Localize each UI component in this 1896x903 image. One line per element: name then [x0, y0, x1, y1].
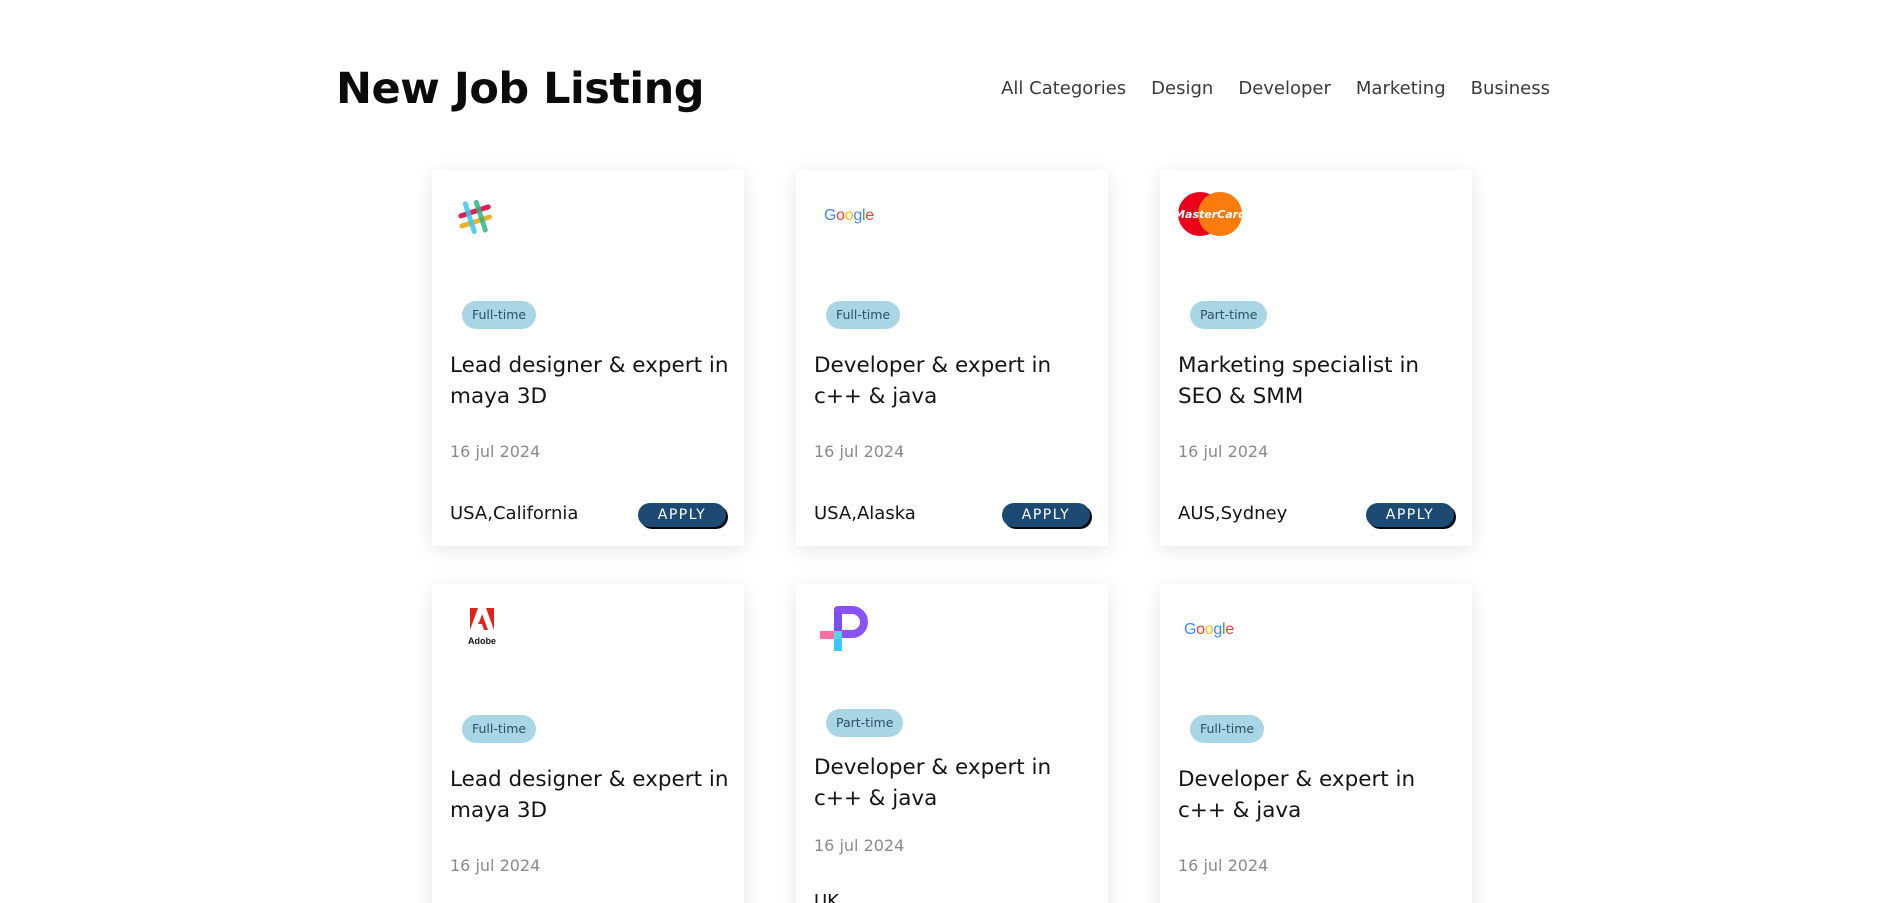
svg-text:MasterCard: MasterCard — [1178, 208, 1242, 221]
job-date: 16 jul 2024 — [814, 836, 905, 855]
job-card[interactable]: Adobe Full-time Lead designer & expert i… — [432, 584, 744, 903]
job-location: UK — [814, 891, 839, 903]
job-date: 16 jul 2024 — [1178, 856, 1269, 875]
job-location: USA,Alaska — [814, 503, 916, 524]
job-title[interactable]: Developer & expert in c++ & java — [1178, 764, 1458, 826]
svg-text:Adobe: Adobe — [468, 636, 496, 646]
job-type-badge: Full-time — [462, 715, 537, 743]
job-card[interactable]: Full-time Lead designer & expert in maya… — [432, 170, 744, 546]
category-design[interactable]: Design — [1151, 78, 1213, 99]
job-card[interactable]: Part-time Developer & expert in c++ & ja… — [796, 584, 1108, 903]
adobe-logo: Adobe — [466, 606, 506, 650]
job-title[interactable]: Lead designer & expert in maya 3D — [450, 764, 730, 826]
google-logo: Google — [824, 207, 874, 224]
job-type-badge: Full-time — [826, 301, 901, 329]
page-title: New Job Listing — [336, 64, 705, 114]
job-card[interactable]: MasterCard Part-time Marketing specialis… — [1160, 170, 1472, 546]
page-header: New Job Listing All Categories Design De… — [336, 60, 1550, 120]
job-date: 16 jul 2024 — [450, 442, 541, 461]
job-location: AUS,Sydney — [1178, 503, 1288, 524]
job-date: 16 jul 2024 — [450, 856, 541, 875]
page: New Job Listing All Categories Design De… — [0, 0, 1896, 903]
apply-button[interactable]: APPLY — [1366, 503, 1454, 527]
job-title[interactable]: Marketing specialist in SEO & SMM — [1178, 350, 1458, 412]
apply-button[interactable]: APPLY — [638, 503, 726, 527]
job-title[interactable]: Developer & expert in c++ & java — [814, 350, 1094, 412]
job-date: 16 jul 2024 — [1178, 442, 1269, 461]
job-type-badge: Full-time — [1190, 715, 1265, 743]
job-type-badge: Part-time — [1190, 301, 1268, 329]
apply-button[interactable]: APPLY — [1002, 503, 1090, 527]
slack-logo — [450, 186, 510, 246]
job-card[interactable]: Google Full-time Developer & expert in c… — [1160, 584, 1472, 903]
job-title[interactable]: Developer & expert in c++ & java — [814, 752, 1094, 814]
category-marketing[interactable]: Marketing — [1356, 78, 1446, 99]
google-logo: Google — [1184, 621, 1234, 638]
pipedrive-style-logo — [818, 600, 874, 656]
category-nav: All Categories Design Developer Marketin… — [1001, 78, 1550, 99]
category-all[interactable]: All Categories — [1001, 78, 1126, 99]
job-type-badge: Part-time — [826, 709, 904, 737]
job-title[interactable]: Lead designer & expert in maya 3D — [450, 350, 730, 412]
mastercard-logo: MasterCard — [1178, 188, 1244, 240]
category-business[interactable]: Business — [1471, 78, 1550, 99]
job-date: 16 jul 2024 — [814, 442, 905, 461]
job-location: USA,California — [450, 503, 579, 524]
job-type-badge: Full-time — [462, 301, 537, 329]
category-developer[interactable]: Developer — [1238, 78, 1331, 99]
job-card[interactable]: Google Full-time Developer & expert in c… — [796, 170, 1108, 546]
